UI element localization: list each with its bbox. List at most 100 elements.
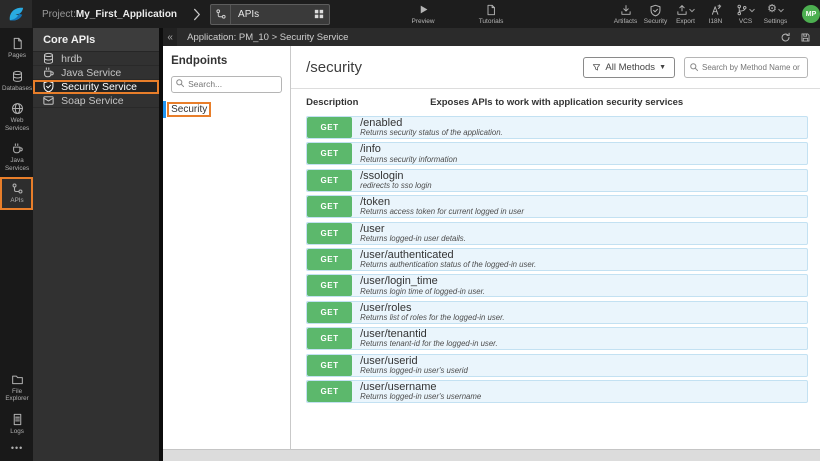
- breadcrumb-bar: « Application: PM_10 > Security Service: [163, 28, 820, 46]
- endpoint-row[interactable]: GET /enabled Returns security status of …: [306, 116, 808, 139]
- save-icon[interactable]: [800, 32, 811, 43]
- api-icon: [211, 4, 232, 24]
- topbar-right-actions: Artifacts Security Export I18N VCS ⚙ Set…: [611, 2, 797, 25]
- topbar-action-label: Artifacts: [613, 17, 638, 25]
- left-icon-sidebar: Pages Databases Web Services Java Servic…: [0, 28, 34, 461]
- topbar-action-i18n[interactable]: I18N: [701, 4, 730, 25]
- endpoint-nav-item-security[interactable]: Security: [163, 100, 290, 118]
- sidebar-item-web-services[interactable]: Web Services: [0, 97, 33, 137]
- core-api-item-hrdb[interactable]: hrdb: [33, 52, 160, 66]
- i18n-icon: [710, 4, 722, 16]
- sidebar-item-label: Pages: [8, 52, 26, 59]
- endpoint-description: redirects to sso login: [360, 181, 432, 191]
- method-badge: GET: [307, 328, 353, 350]
- topbar-action-label: Settings: [763, 17, 788, 25]
- endpoints-search-input[interactable]: [171, 75, 283, 93]
- refresh-icon[interactable]: [780, 32, 791, 43]
- chevron-right-icon: [193, 8, 201, 21]
- endpoint-row[interactable]: GET /user/authenticated Returns authenti…: [306, 247, 808, 271]
- topbar-action-tutorials[interactable]: Tutorials: [474, 4, 508, 25]
- shield-icon: [649, 4, 662, 17]
- endpoint-path: /info: [360, 143, 381, 156]
- core-api-item-java-service[interactable]: Java Service: [33, 66, 160, 80]
- endpoint-path: /user: [360, 222, 385, 235]
- gear-icon: ⚙: [767, 2, 777, 15]
- wavemaker-logo[interactable]: [0, 0, 32, 28]
- topbar-action-security[interactable]: Security: [641, 4, 670, 25]
- topbar-action-artifacts[interactable]: Artifacts: [611, 4, 640, 25]
- sidebar-item-apis[interactable]: APIs: [0, 177, 34, 210]
- soap-icon: [42, 94, 55, 107]
- api-icon: [11, 182, 24, 195]
- methods-filter-dropdown[interactable]: All Methods ▼: [583, 57, 675, 78]
- sidebar-item-label: Web Services: [4, 117, 30, 132]
- method-badge: GET: [307, 354, 353, 376]
- topbar-action-preview[interactable]: Preview: [406, 4, 440, 25]
- endpoint-description: Returns logged-in user's username: [360, 392, 482, 402]
- sidebar-item-java-services[interactable]: Java Services: [0, 137, 33, 177]
- endpoint-row[interactable]: GET /user Returns logged-in user details…: [306, 221, 808, 245]
- method-search-input[interactable]: [684, 57, 808, 78]
- endpoint-description: Returns list of roles for the logged-in …: [360, 313, 505, 323]
- core-api-item-label: Security Service: [61, 80, 137, 93]
- sidebar-item-label: APIs: [10, 197, 24, 205]
- endpoint-description: Returns login time of logged-in user.: [360, 286, 486, 296]
- core-api-item-security-service[interactable]: Security Service: [33, 80, 160, 94]
- method-badge: GET: [307, 222, 353, 244]
- endpoint-row[interactable]: GET /user/roles Returns list of roles fo…: [306, 300, 808, 324]
- core-api-item-label: hrdb: [61, 52, 83, 65]
- endpoint-row[interactable]: GET /token Returns access token for curr…: [306, 195, 808, 219]
- endpoint-row[interactable]: GET /info Returns security information: [306, 142, 808, 166]
- endpoint-description: Returns authentication status of the log…: [360, 260, 537, 270]
- method-badge: GET: [307, 143, 353, 165]
- service-description-row: Description Exposes APIs to work with ap…: [291, 89, 820, 114]
- topbar-action-label: VCS: [738, 17, 753, 25]
- grid-icon[interactable]: [314, 9, 324, 19]
- topbar-action-export[interactable]: Export: [671, 4, 700, 25]
- caret-down-icon: [749, 8, 755, 13]
- service-path-title: /security: [306, 59, 362, 76]
- method-badge: GET: [307, 275, 353, 297]
- filter-icon: [592, 63, 601, 72]
- endpoint-nav-item-label: Security: [167, 101, 212, 117]
- database-icon: [11, 70, 24, 83]
- sidebar-item-file-explorer[interactable]: File Explorer: [0, 368, 33, 408]
- breadcrumb: Application: PM_10 > Security Service: [187, 31, 349, 43]
- sidebar-item-databases[interactable]: Databases: [0, 65, 33, 98]
- app-window: Project:My_First_Application APIs Previe…: [0, 0, 820, 461]
- topbar-action-settings[interactable]: ⚙ Settings: [761, 2, 790, 25]
- tab-apis[interactable]: APIs: [210, 3, 331, 25]
- core-api-item-label: Soap Service: [61, 94, 124, 107]
- user-avatar[interactable]: MP: [802, 5, 820, 23]
- sidebar-item-label: Databases: [2, 84, 33, 92]
- collapse-panel-button[interactable]: «: [163, 28, 178, 46]
- endpoints-search: [171, 74, 283, 93]
- api-detail-panel: /security All Methods ▼ Search by Method…: [291, 46, 820, 450]
- body: Pages Databases Web Services Java Servic…: [0, 28, 820, 461]
- core-apis-panel: Core APIs hrdb Java Service Security Ser…: [33, 28, 164, 461]
- api-detail-header: /security All Methods ▼: [291, 46, 820, 89]
- endpoint-row[interactable]: GET /user/userid Returns logged-in user'…: [306, 353, 808, 377]
- endpoint-description: Returns security status of the applicati…: [360, 128, 503, 138]
- method-badge: GET: [307, 169, 353, 191]
- folder-icon: [11, 373, 24, 386]
- topbar-action-vcs[interactable]: VCS: [731, 4, 760, 25]
- coffee-icon: [11, 142, 24, 155]
- description-text: Exposes APIs to work with application se…: [430, 97, 684, 108]
- endpoint-row[interactable]: GET /user/username Returns logged-in use…: [306, 379, 808, 403]
- endpoint-list: GET /enabled Returns security status of …: [291, 114, 820, 449]
- methods-filter-value: All Methods: [605, 62, 656, 73]
- log-icon: [11, 413, 24, 426]
- topbar-action-label: Tutorials: [478, 17, 504, 25]
- endpoint-row[interactable]: GET /user/tenantid Returns tenant-id for…: [306, 327, 808, 351]
- coffee-icon: [42, 66, 55, 79]
- sidebar-item-more[interactable]: •••: [0, 440, 33, 461]
- sidebar-item-logs[interactable]: Logs: [0, 408, 33, 441]
- sidebar-item-pages[interactable]: Pages: [0, 32, 33, 65]
- endpoint-row[interactable]: GET /user/login_time Returns login time …: [306, 274, 808, 298]
- page-icon: [11, 37, 24, 50]
- core-api-item-soap-service[interactable]: Soap Service: [33, 94, 160, 108]
- endpoint-row[interactable]: GET /ssologin redirects to sso login: [306, 168, 808, 192]
- method-badge: GET: [307, 301, 353, 323]
